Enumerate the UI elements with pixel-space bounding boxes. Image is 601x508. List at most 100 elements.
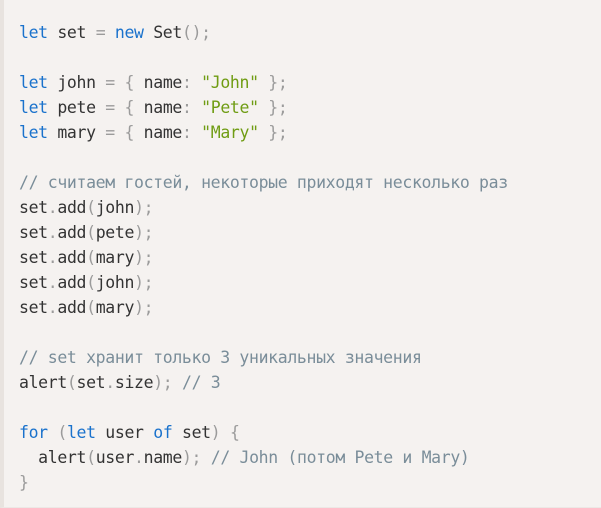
punctuation-token: ); [153, 373, 173, 392]
punctuation-token: : [181, 123, 192, 142]
comment-token: // 3 [181, 373, 221, 392]
punctuation-token: { [124, 98, 135, 117]
keyword-token: new [114, 23, 144, 42]
code-token: add [57, 223, 87, 242]
punctuation-token: ( [86, 273, 96, 292]
punctuation-token: ( [57, 423, 67, 442]
code-line: alert(set.size); // 3 [19, 370, 508, 395]
code-token: mary [47, 123, 106, 142]
code-token: user [95, 448, 135, 467]
punctuation-token: : [181, 73, 192, 92]
punctuation-token: ) [210, 423, 221, 442]
code-line: // считаем гостей, некоторые приходят не… [19, 170, 508, 195]
keyword-token: of [153, 423, 173, 442]
punctuation-token: . [47, 248, 58, 267]
code-line: } [19, 470, 508, 495]
punctuation-token: ( [86, 198, 96, 217]
code-token: name [143, 448, 183, 467]
keyword-token: let [19, 23, 48, 42]
code-token: john [95, 273, 135, 292]
code-token: add [57, 248, 87, 267]
code-token: name [134, 98, 183, 117]
code-line: for (let user of set) { [19, 420, 508, 445]
punctuation-token: }; [268, 123, 288, 142]
punctuation-token: . [47, 273, 58, 292]
code-token: name [134, 73, 183, 92]
code-token: john [95, 198, 135, 217]
code-line: let set = new Set(); [19, 20, 508, 45]
punctuation-token: . [47, 223, 58, 242]
punctuation-token: . [134, 448, 144, 467]
punctuation-token: = [105, 73, 115, 92]
code-token: set [172, 423, 211, 442]
keyword-token: let [19, 73, 48, 92]
punctuation-token: ( [86, 223, 96, 242]
code-line: // set хранит только 3 уникальных значен… [19, 345, 508, 370]
punctuation-token: ( [86, 248, 96, 267]
punctuation-token: ( [66, 373, 77, 392]
code-line: set.add(john); [19, 195, 508, 220]
string-token: "John" [201, 73, 259, 92]
code-token: john [47, 73, 106, 92]
punctuation-token: } [19, 473, 29, 492]
punctuation-token: ); [181, 448, 202, 467]
code-token: set [47, 23, 96, 42]
comment-token: // John (потом Pete и Mary) [210, 448, 470, 467]
punctuation-token: }; [268, 98, 288, 117]
punctuation-token: : [181, 98, 192, 117]
punctuation-token: { [124, 73, 135, 92]
code-token: set [19, 273, 48, 292]
code-token: user [95, 423, 154, 442]
punctuation-token: . [47, 298, 58, 317]
code-token: alert [19, 448, 87, 467]
punctuation-token: ); [134, 273, 154, 292]
punctuation-token: . [105, 373, 115, 392]
code-token: add [57, 273, 87, 292]
comment-token: // set хранит только 3 уникальных значен… [19, 348, 422, 367]
code-line: set.add(pete); [19, 220, 508, 245]
punctuation-token: . [47, 198, 58, 217]
code-token: pete [47, 98, 106, 117]
code-line: let mary = { name: "Mary" }; [19, 120, 508, 145]
code-token: set [19, 298, 48, 317]
keyword-token: let [19, 123, 48, 142]
code-token: pete [95, 223, 135, 242]
punctuation-token: ); [134, 198, 154, 217]
code-line: set.add(john); [19, 270, 508, 295]
code-token: mary [95, 298, 135, 317]
code-token: mary [95, 248, 135, 267]
punctuation-token: ( [86, 448, 96, 467]
code-token: set [76, 373, 106, 392]
code-block: let set = new Set(); let john = { name: "… [0, 0, 601, 508]
punctuation-token: ); [134, 298, 154, 317]
punctuation-token: { [229, 423, 240, 442]
code-token: alert [19, 373, 67, 392]
code-line: let pete = { name: "Pete" }; [19, 95, 508, 120]
punctuation-token: { [124, 123, 135, 142]
keyword-token: let [66, 423, 96, 442]
code-token: name [134, 123, 183, 142]
punctuation-token: = [105, 98, 115, 117]
punctuation-token: (); [181, 23, 211, 42]
code-token: Set [143, 23, 182, 42]
code-token: add [57, 198, 87, 217]
punctuation-token: ); [134, 248, 154, 267]
code-token: size [114, 373, 154, 392]
code-line: set.add(mary); [19, 245, 508, 270]
code-line: let john = { name: "John" }; [19, 70, 508, 95]
punctuation-token: = [105, 123, 115, 142]
keyword-token: for [19, 423, 48, 442]
comment-token: // считаем гостей, некоторые приходят не… [19, 173, 508, 192]
